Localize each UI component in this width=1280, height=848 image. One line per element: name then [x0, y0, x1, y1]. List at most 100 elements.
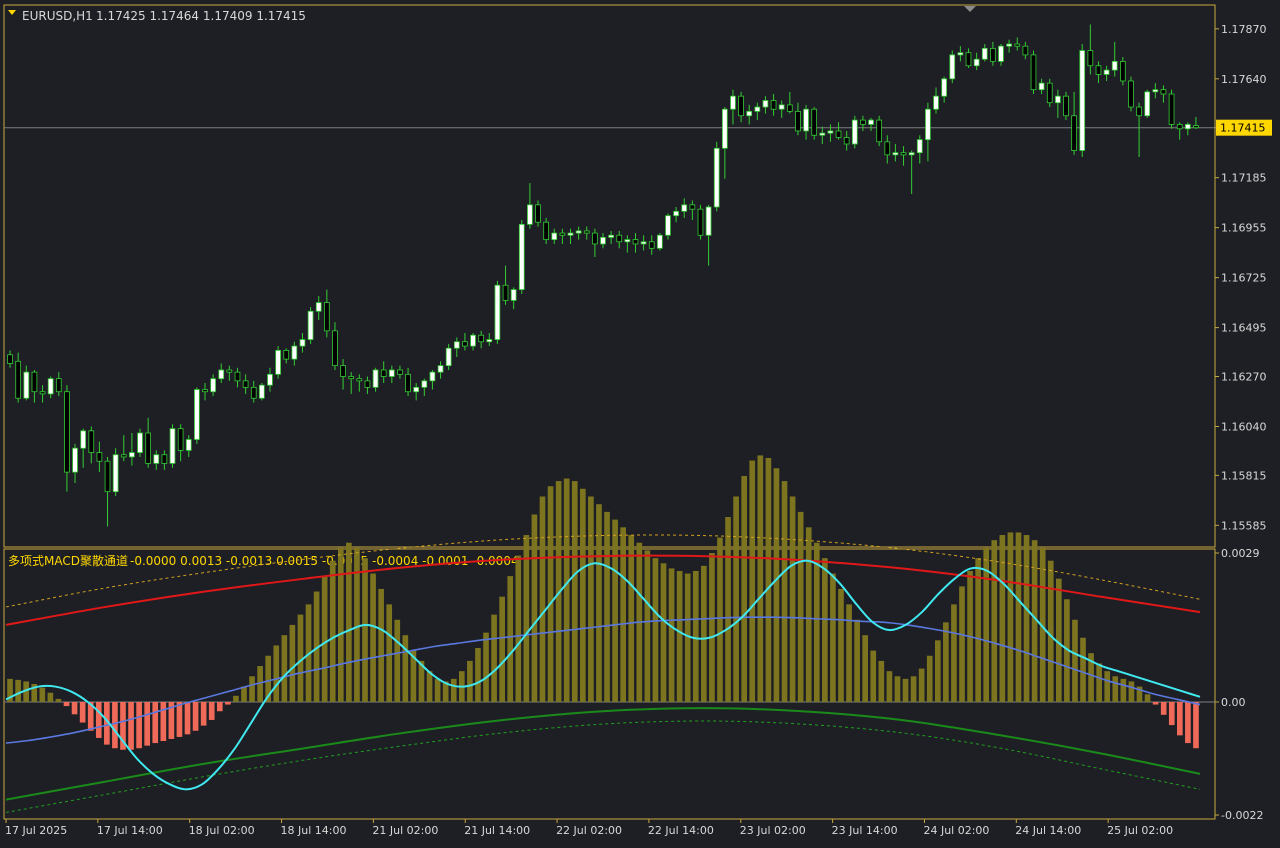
candle-body[interactable]: [908, 152, 915, 156]
candle-body[interactable]: [835, 130, 842, 138]
candle-body[interactable]: [218, 369, 225, 380]
candle-body[interactable]: [1038, 82, 1045, 91]
candle-body[interactable]: [884, 141, 891, 156]
candle-body[interactable]: [608, 234, 614, 238]
candle-body[interactable]: [892, 152, 899, 156]
candle-body[interactable]: [348, 376, 355, 380]
candle-body[interactable]: [88, 430, 95, 453]
candle-body[interactable]: [112, 454, 119, 493]
candle-body[interactable]: [1120, 61, 1126, 82]
candle-body[interactable]: [868, 119, 874, 125]
candle-body[interactable]: [795, 110, 801, 132]
candle-body[interactable]: [421, 380, 428, 388]
candle-body[interactable]: [624, 239, 631, 243]
candle-body[interactable]: [925, 108, 931, 141]
candle-body[interactable]: [291, 345, 298, 360]
candle-body[interactable]: [843, 137, 850, 145]
candle-body[interactable]: [811, 108, 818, 136]
candle-body[interactable]: [299, 339, 306, 347]
candle-body[interactable]: [527, 204, 533, 225]
candle-body[interactable]: [746, 110, 753, 117]
candle-body[interactable]: [453, 341, 460, 349]
candle-body[interactable]: [681, 204, 688, 212]
candle-body[interactable]: [47, 378, 54, 395]
candle-body[interactable]: [1111, 61, 1118, 71]
candle-body[interactable]: [713, 147, 720, 208]
candle-body[interactable]: [738, 95, 744, 117]
candle-body[interactable]: [80, 430, 87, 449]
candle-body[interactable]: [405, 373, 411, 393]
candle-body[interactable]: [778, 104, 785, 110]
candle-body[interactable]: [933, 95, 939, 110]
candle-body[interactable]: [267, 373, 273, 386]
candle-body[interactable]: [916, 139, 923, 154]
candle-body[interactable]: [876, 119, 882, 143]
candle-body[interactable]: [145, 432, 151, 464]
candle-body[interactable]: [39, 391, 46, 395]
candle-body[interactable]: [949, 54, 956, 80]
candle-body[interactable]: [1128, 80, 1134, 108]
candle-body[interactable]: [640, 241, 647, 245]
candle-body[interactable]: [851, 119, 858, 145]
candle-body[interactable]: [31, 371, 38, 393]
candle-body[interactable]: [15, 360, 22, 399]
candle-body[interactable]: [478, 334, 485, 343]
candle-body[interactable]: [510, 289, 517, 301]
candle-body[interactable]: [64, 391, 70, 473]
candle-body[interactable]: [1087, 50, 1094, 67]
candle-body[interactable]: [1136, 106, 1142, 117]
candle-body[interactable]: [470, 334, 476, 347]
candle-body[interactable]: [356, 378, 363, 382]
candle-body[interactable]: [1103, 69, 1110, 75]
candle-body[interactable]: [543, 221, 549, 241]
candle-body[interactable]: [1079, 50, 1086, 151]
candle-body[interactable]: [307, 310, 314, 340]
candle-body[interactable]: [380, 369, 387, 377]
candle-body[interactable]: [234, 371, 241, 382]
candle-body[interactable]: [559, 232, 566, 236]
candle-body[interactable]: [169, 428, 176, 464]
candle-body[interactable]: [657, 234, 663, 249]
candle-body[interactable]: [502, 284, 509, 301]
candle-body[interactable]: [437, 365, 444, 373]
candle-body[interactable]: [819, 132, 826, 136]
candle-body[interactable]: [551, 232, 558, 241]
candle-body[interactable]: [23, 371, 30, 399]
candle-body[interactable]: [96, 452, 103, 462]
candle-body[interactable]: [388, 369, 395, 377]
candle-body[interactable]: [315, 302, 322, 312]
candle-body[interactable]: [730, 95, 736, 110]
candle-body[interactable]: [1152, 89, 1159, 93]
candle-body[interactable]: [1022, 45, 1029, 56]
candle-body[interactable]: [1014, 43, 1021, 47]
candle-body[interactable]: [242, 380, 249, 388]
candle-body[interactable]: [1063, 95, 1069, 117]
candle-body[interactable]: [592, 232, 598, 245]
candle-body[interactable]: [429, 371, 436, 382]
candle-body[interactable]: [226, 369, 233, 373]
candle-body[interactable]: [1095, 65, 1102, 75]
candle-body[interactable]: [1071, 115, 1077, 151]
candle-body[interactable]: [762, 100, 769, 108]
candle-body[interactable]: [535, 204, 541, 223]
candle-body[interactable]: [1144, 91, 1151, 117]
candle-body[interactable]: [648, 241, 655, 249]
candle-body[interactable]: [941, 78, 947, 97]
candle-body[interactable]: [153, 454, 160, 464]
candle-body[interactable]: [1046, 82, 1053, 104]
candle-body[interactable]: [202, 389, 208, 393]
candle-body[interactable]: [567, 232, 574, 236]
candle-body[interactable]: [786, 104, 793, 112]
candle-body[interactable]: [803, 108, 809, 132]
candle-body[interactable]: [340, 365, 346, 377]
candle-body[interactable]: [1193, 125, 1199, 129]
candle-body[interactable]: [1168, 93, 1175, 125]
candle-body[interactable]: [161, 454, 168, 464]
candle-body[interactable]: [722, 108, 728, 149]
candle-body[interactable]: [860, 119, 866, 125]
candle-body[interactable]: [965, 52, 972, 67]
candle-body[interactable]: [697, 208, 704, 236]
candle-body[interactable]: [673, 210, 679, 217]
candle-body[interactable]: [177, 428, 184, 451]
candle-body[interactable]: [129, 452, 135, 458]
